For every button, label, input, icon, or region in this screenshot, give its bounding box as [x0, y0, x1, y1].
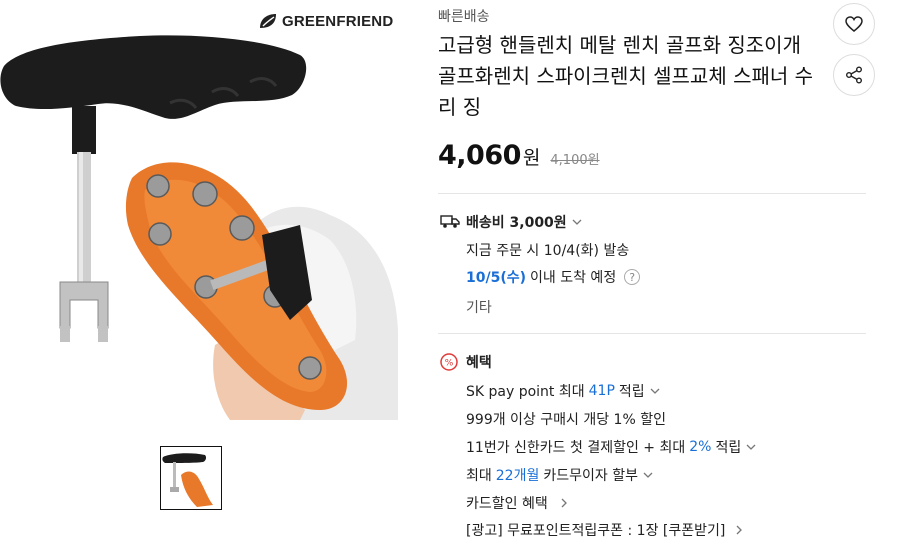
original-price: 4,100원 [550, 153, 600, 168]
share-button[interactable] [833, 54, 875, 96]
delivery-fee-label: 배송비 3,000원 [466, 215, 567, 231]
card-discount-offer[interactable]: 11번가 신한카드 첫 결제할인 + 최대 2% 적립 [466, 437, 757, 457]
card-offer-label: 11번가 신한카드 첫 결제할인 + 최대 [466, 440, 686, 456]
product-photo [0, 35, 398, 420]
chevron-right-icon [736, 525, 743, 535]
arrival-estimate: 10/5(수) 이내 도착 예정 ? [466, 267, 641, 287]
ad-coupon-label: [광고] 무료포인트적립쿠폰 : 1장 [쿠폰받기] [466, 523, 726, 539]
wishlist-button[interactable] [833, 3, 875, 45]
card-discount-link[interactable]: 카드할인 혜택 [466, 493, 570, 513]
heart-icon [845, 16, 863, 32]
installment-months: 22개월 [495, 468, 540, 484]
chevron-right-icon [561, 498, 567, 508]
divider-middle [438, 333, 866, 334]
price-unit: 원 [522, 147, 541, 169]
arrival-suffix: 이내 도착 예정 [530, 270, 617, 286]
card-discount-label: 카드할인 혜택 [466, 496, 548, 512]
truck-icon [440, 215, 460, 228]
delivery-fee[interactable]: 배송비 3,000원 [466, 212, 583, 232]
arrival-date: 10/5(수) [466, 270, 527, 286]
chevron-down-icon [643, 472, 653, 478]
installment-offer[interactable]: 최대 22개월 카드무이자 할부 [466, 465, 654, 485]
fast-delivery-tag: 빠른배송 [438, 9, 490, 25]
ad-coupon-link[interactable]: [광고] 무료포인트적립쿠폰 : 1장 [쿠폰받기] [466, 520, 745, 540]
thumbnail-image [161, 447, 221, 509]
share-icon [846, 66, 862, 84]
card-offer-suffix: 적립 [715, 440, 742, 456]
chevron-down-icon [572, 219, 582, 225]
delivery-etc: 기타 [466, 300, 492, 316]
brand-name: GREENFRIEND [282, 12, 394, 30]
sk-pay-suffix: 적립 [618, 384, 645, 400]
installment-label: 최대 [466, 468, 492, 484]
benefits-title: 혜택 [466, 355, 492, 371]
price-row: 4,060 원 4,100원 [438, 140, 600, 171]
product-title: 고급형 핸들렌치 메탈 렌치 골프화 징조이개 골프화렌치 스파이크렌치 셀프교… [438, 33, 814, 119]
sk-pay-amount: 41P [588, 383, 615, 399]
brand-logo: GREENFRIEND [258, 12, 393, 30]
installment-suffix: 카드무이자 할부 [543, 468, 638, 484]
sk-pay-point[interactable]: SK pay point 최대 41P 적립 [466, 381, 661, 401]
sale-price: 4,060 [438, 140, 521, 171]
svg-text:%: % [445, 359, 454, 369]
thumbnail-1[interactable] [160, 446, 222, 510]
dispatch-note: 지금 주문 시 10/4(화) 발송 [466, 243, 630, 259]
main-product-image[interactable]: GREENFRIEND [0, 0, 400, 420]
percent-badge-icon: % [440, 353, 458, 371]
divider-top [438, 193, 866, 194]
chevron-down-icon [650, 388, 660, 394]
chevron-down-icon [746, 444, 756, 450]
bulk-discount: 999개 이상 구매시 개당 1% 할인 [466, 412, 666, 428]
card-offer-rate: 2% [689, 439, 712, 455]
sk-pay-label: SK pay point 최대 [466, 384, 585, 400]
help-icon[interactable]: ? [624, 269, 641, 285]
leaf-icon [260, 14, 276, 28]
